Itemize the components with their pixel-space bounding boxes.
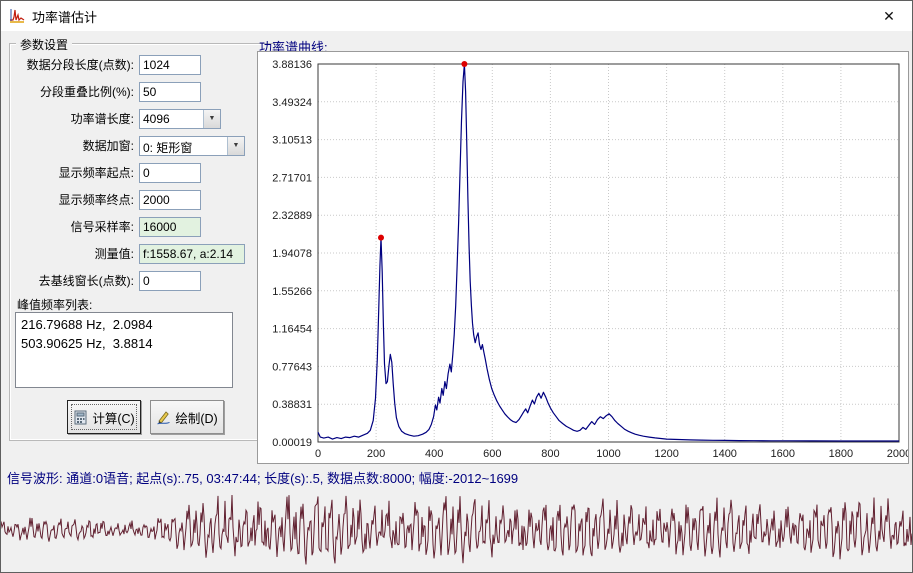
svg-text:2000: 2000 xyxy=(887,448,908,460)
spectrum-length-select-label: 功率谱长度: xyxy=(70,112,134,126)
svg-text:1800: 1800 xyxy=(829,448,853,460)
signal-status-text: 信号波形: 通道:0语音; 起点(s):.75, 03:47:44; 长度(s)… xyxy=(7,471,519,486)
svg-text:1600: 1600 xyxy=(771,448,795,460)
svg-text:0: 0 xyxy=(315,448,321,460)
draw-button[interactable]: 绘制(D) xyxy=(150,400,224,434)
param-row: 信号采样率: xyxy=(11,213,271,240)
svg-text:1.94078: 1.94078 xyxy=(272,248,312,260)
chevron-down-icon[interactable]: ▼ xyxy=(203,109,220,128)
segment-length-input[interactable] xyxy=(139,54,201,75)
app-icon xyxy=(9,8,25,24)
spectrum-length-select[interactable]: 4096 ▼ xyxy=(139,108,221,129)
svg-text:0.38831: 0.38831 xyxy=(272,399,312,411)
window-type-select-label: 数据加窗: xyxy=(82,139,134,153)
title-bar: 功率谱估计 ✕ xyxy=(1,1,912,31)
window-type-select-value: 0: 矩形窗 xyxy=(143,140,193,155)
calculate-button[interactable]: 计算(C) xyxy=(67,400,141,434)
peak-list-item[interactable]: 216.79688 Hz, 2.0984 xyxy=(21,315,227,334)
param-row: 功率谱长度: 4096 ▼ xyxy=(11,105,271,132)
svg-text:3.88136: 3.88136 xyxy=(272,59,312,71)
measured-value-input[interactable] xyxy=(139,243,245,264)
freq-end-input-label: 显示频率终点: xyxy=(58,193,134,207)
measured-value-input-label: 测量值: xyxy=(94,247,134,261)
close-button[interactable]: ✕ xyxy=(866,1,912,31)
peak-frequency-list[interactable]: 216.79688 Hz, 2.0984 503.90625 Hz, 3.8814 xyxy=(15,312,233,388)
spectrum-chart-panel[interactable]: 0 200 400 600 800 1000 1200 1400 1600 1800 2000 0.0… xyxy=(257,51,909,464)
chevron-down-icon[interactable]: ▼ xyxy=(227,136,244,155)
segment-length-input-label: 数据分段长度(点数): xyxy=(26,58,134,72)
param-row: 测量值: xyxy=(11,240,271,267)
svg-text:1400: 1400 xyxy=(712,448,736,460)
svg-text:3.49324: 3.49324 xyxy=(272,97,312,109)
calculator-icon xyxy=(73,410,88,425)
baseline-window-input-label: 去基线窗长(点数): xyxy=(38,274,134,288)
param-row: 分段重叠比例(%): xyxy=(11,78,271,105)
freq-start-input-label: 显示频率起点: xyxy=(58,166,134,180)
window-title: 功率谱估计 xyxy=(32,9,98,25)
svg-text:2.71701: 2.71701 xyxy=(272,172,312,184)
svg-text:1.55266: 1.55266 xyxy=(272,286,312,298)
svg-text:1000: 1000 xyxy=(596,448,620,460)
overlap-ratio-input-label: 分段重叠比例(%): xyxy=(40,85,134,99)
peak-list-label: 峰值频率列表: xyxy=(17,298,93,312)
pencil-icon xyxy=(156,410,171,425)
freq-end-input[interactable] xyxy=(139,189,201,210)
sample-rate-input-label: 信号采样率: xyxy=(70,220,134,234)
power-spectrum-dialog: 功率谱估计 ✕ 参数设置 数据分段长度(点数):分段重叠比例(%):功率谱长度:… xyxy=(0,0,913,573)
spectrum-length-select-value: 4096 xyxy=(143,111,170,126)
svg-text:600: 600 xyxy=(483,448,501,460)
draw-button-label: 绘制(D) xyxy=(175,411,218,426)
spectrum-chart-svg[interactable]: 0 200 400 600 800 1000 1200 1400 1600 1800 2000 0.0… xyxy=(258,52,908,463)
param-row: 数据加窗: 0: 矩形窗 ▼ xyxy=(11,132,271,159)
peak-list-item[interactable]: 503.90625 Hz, 3.8814 xyxy=(21,334,227,353)
sample-rate-input[interactable] xyxy=(139,216,201,237)
param-row: 显示频率终点: xyxy=(11,186,271,213)
svg-text:400: 400 xyxy=(425,448,443,460)
svg-text:2.32889: 2.32889 xyxy=(272,210,312,222)
param-fields: 数据分段长度(点数): 分段重叠比例(%): 功率谱长度: 4096 ▼ 数据加窗: 0: … xyxy=(11,51,271,294)
baseline-window-input[interactable] xyxy=(139,270,201,291)
svg-text:1200: 1200 xyxy=(654,448,678,460)
close-icon: ✕ xyxy=(883,7,895,24)
freq-start-input[interactable] xyxy=(139,162,201,183)
param-row: 显示频率起点: xyxy=(11,159,271,186)
svg-text:800: 800 xyxy=(541,448,559,460)
signal-waveform xyxy=(1,494,912,565)
param-row: 数据分段长度(点数): xyxy=(11,51,271,78)
svg-text:0.77643: 0.77643 xyxy=(272,361,312,373)
svg-text:1.16454: 1.16454 xyxy=(272,324,312,336)
window-type-select[interactable]: 0: 矩形窗 ▼ xyxy=(139,135,245,156)
param-row: 去基线窗长(点数): xyxy=(11,267,271,294)
svg-text:0.00019: 0.00019 xyxy=(272,437,312,449)
svg-text:3.10513: 3.10513 xyxy=(272,135,312,147)
button-row: 计算(C) 绘制(D) xyxy=(67,400,224,434)
calculate-button-label: 计算(C) xyxy=(92,411,135,426)
svg-text:200: 200 xyxy=(367,448,385,460)
overlap-ratio-input[interactable] xyxy=(139,81,201,102)
